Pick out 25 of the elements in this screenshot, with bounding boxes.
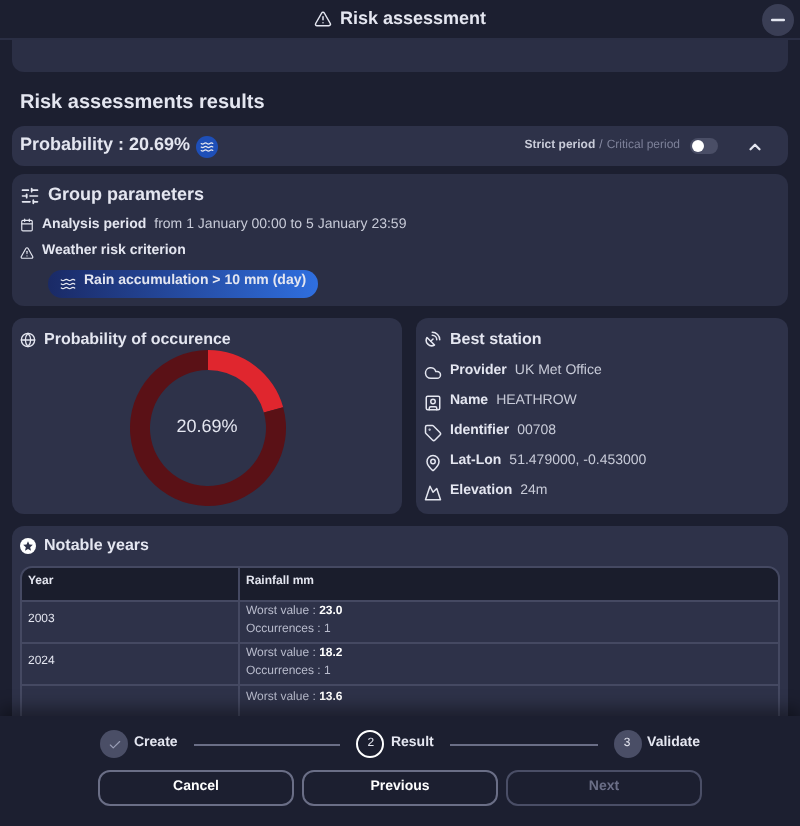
section-title: Risk assessments results [18,90,267,118]
card-title: Probability of occurence [44,327,231,351]
probability-label: Probability : 20.69% [20,132,191,159]
card-title: Group parameters [48,182,205,208]
star-icon [20,537,36,553]
card-title: Best station [450,327,542,351]
sliders-icon [20,185,40,206]
waves-icon [196,135,219,157]
globe-icon [20,331,36,347]
warning-icon [313,10,332,28]
calendar-icon [20,218,34,233]
warning-icon [20,245,34,260]
waves-icon [60,275,76,291]
map-pin-icon [424,453,442,471]
tag-icon [424,423,442,441]
period-toggle[interactable] [690,138,718,154]
cloud-icon [424,363,442,381]
id-card-icon [424,393,442,411]
gauge-value: 20.69% [176,413,238,440]
mountain-icon [424,483,442,501]
card-title: Notable years [44,533,149,557]
check-icon [107,737,121,751]
satellite-dish-icon [424,330,442,348]
window-title: Risk assessment [339,5,487,32]
minimize-button[interactable] [762,4,794,36]
